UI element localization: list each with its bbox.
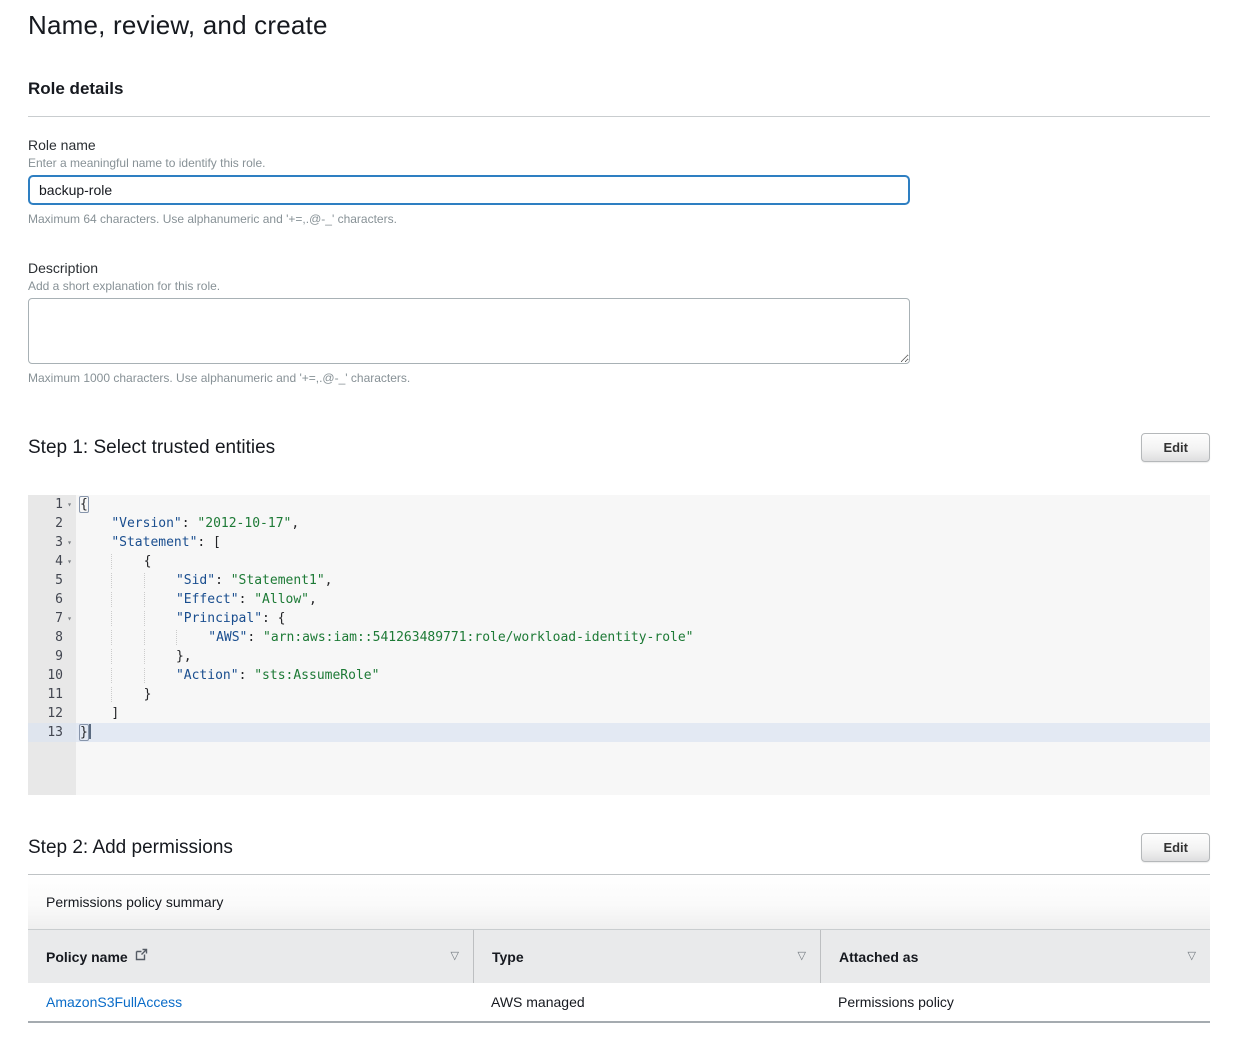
editor-code-line[interactable]: "Statement": [ [76, 533, 1210, 552]
editor-code-line[interactable]: }, [76, 647, 1210, 666]
attached-as-column-label: Attached as [839, 949, 918, 965]
trust-policy-editor[interactable]: 1▾23▾4▾567▾8910111213 { "Version": "2012… [28, 495, 1210, 795]
policy-table-row: AmazonS3FullAccess AWS managed Permissio… [28, 983, 1210, 1023]
type-filter-icon[interactable]: ▽ [798, 951, 806, 962]
page-container: Name, review, and create Role details Ro… [0, 0, 1242, 1023]
description-hint: Add a short explanation for this role. [28, 279, 1210, 293]
fold-arrow-icon[interactable]: ▾ [63, 552, 76, 571]
editor-code-line[interactable]: "Sid": "Statement1", [76, 571, 1210, 590]
fold-arrow-icon [63, 571, 76, 590]
editor-code-line[interactable]: } [76, 723, 1210, 742]
page-title: Name, review, and create [28, 0, 1210, 41]
editor-code[interactable]: { "Version": "2012-10-17", "Statement": … [76, 495, 1210, 795]
role-name-hint: Enter a meaningful name to identify this… [28, 156, 1210, 170]
description-field: Description Add a short explanation for … [28, 260, 1210, 385]
editor-code-line[interactable]: "Effect": "Allow", [76, 590, 1210, 609]
editor-line-number: 10 [28, 666, 76, 685]
role-name-label: Role name [28, 137, 1210, 153]
policy-name-link[interactable]: AmazonS3FullAccess [46, 994, 182, 1010]
fold-arrow-icon [63, 647, 76, 666]
step2-heading: Step 2: Add permissions [28, 837, 233, 859]
editor-code-line[interactable]: ] [76, 704, 1210, 723]
role-name-field: Role name Enter a meaningful name to ide… [28, 137, 1210, 226]
fold-arrow-icon[interactable]: ▾ [63, 533, 76, 552]
policy-name-filter-icon[interactable]: ▽ [451, 951, 459, 962]
editor-code-line[interactable]: "Version": "2012-10-17", [76, 514, 1210, 533]
step1-edit-button[interactable]: Edit [1141, 433, 1210, 462]
fold-arrow-icon [63, 685, 76, 704]
editor-line-number: 4▾ [28, 552, 76, 571]
role-details-heading: Role details [28, 79, 1210, 99]
editor-code-line[interactable]: "Action": "sts:AssumeRole" [76, 666, 1210, 685]
editor-line-number: 8 [28, 628, 76, 647]
fold-arrow-icon[interactable]: ▾ [63, 609, 76, 628]
step2-edit-button[interactable]: Edit [1141, 833, 1210, 862]
editor-line-number: 12 [28, 704, 76, 723]
editor-line-number: 2 [28, 514, 76, 533]
section-divider [28, 116, 1210, 117]
external-link-icon [135, 948, 148, 966]
editor-gutter: 1▾23▾4▾567▾8910111213 [28, 495, 76, 795]
editor-code-line[interactable]: { [76, 552, 1210, 571]
editor-line-number: 13 [28, 723, 76, 742]
policy-type-cell: AWS managed [473, 983, 820, 1021]
fold-arrow-icon [63, 704, 76, 723]
description-textarea[interactable] [28, 298, 910, 364]
editor-line-number: 6 [28, 590, 76, 609]
attached-as-filter-icon[interactable]: ▽ [1188, 951, 1196, 962]
policy-attached-as-value: Permissions policy [838, 994, 954, 1010]
description-label: Description [28, 260, 1210, 276]
step1-header-row: Step 1: Select trusted entities Edit [28, 433, 1210, 462]
editor-line-number: 7▾ [28, 609, 76, 628]
editor-code-line[interactable]: { [76, 495, 1210, 514]
role-name-input[interactable] [28, 175, 910, 205]
editor-code-line[interactable]: } [76, 685, 1210, 704]
editor-line-number: 1▾ [28, 495, 76, 514]
step2-header-row: Step 2: Add permissions Edit [28, 833, 1210, 862]
permissions-summary-title: Permissions policy summary [28, 875, 1210, 930]
description-constraint: Maximum 1000 characters. Use alphanumeri… [28, 371, 1210, 385]
policy-name-cell: AmazonS3FullAccess [28, 983, 473, 1021]
text-caret [89, 724, 91, 739]
editor-line-number: 5 [28, 571, 76, 590]
permissions-summary-panel: Permissions policy summary Policy name ▽… [28, 874, 1210, 1023]
editor-line-number: 3▾ [28, 533, 76, 552]
policy-attached-as-cell: Permissions policy [820, 983, 1210, 1021]
step1-heading: Step 1: Select trusted entities [28, 437, 275, 459]
editor-code-line[interactable]: "Principal": { [76, 609, 1210, 628]
policy-name-column-label: Policy name [46, 949, 128, 965]
fold-arrow-icon [63, 723, 76, 742]
fold-arrow-icon[interactable]: ▾ [63, 495, 76, 514]
fold-arrow-icon [63, 628, 76, 647]
fold-arrow-icon [63, 666, 76, 685]
fold-arrow-icon [63, 590, 76, 609]
attached-as-header-cell: Attached as ▽ [820, 930, 1210, 983]
policy-name-header-cell: Policy name ▽ [28, 930, 473, 983]
role-name-constraint: Maximum 64 characters. Use alphanumeric … [28, 212, 1210, 226]
type-header-cell: Type ▽ [473, 930, 820, 983]
type-column-label: Type [492, 949, 524, 965]
fold-arrow-icon [63, 514, 76, 533]
policy-type-value: AWS managed [491, 994, 585, 1010]
editor-line-number: 9 [28, 647, 76, 666]
editor-line-number: 11 [28, 685, 76, 704]
editor-code-line[interactable]: "AWS": "arn:aws:iam::541263489771:role/w… [76, 628, 1210, 647]
policy-table-header: Policy name ▽ Type ▽ Attached as ▽ [28, 930, 1210, 983]
